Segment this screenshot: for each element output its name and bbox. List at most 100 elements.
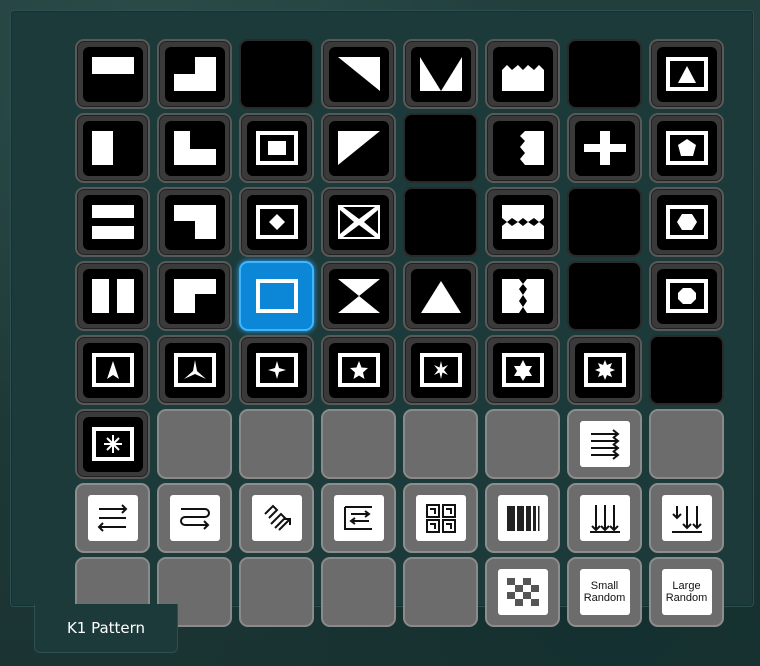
zigzag-top-icon bbox=[501, 57, 544, 91]
wipe-star-8-point-button[interactable] bbox=[567, 335, 642, 405]
reverse-arrows-icon bbox=[343, 506, 372, 530]
wipe-star-burst-button[interactable] bbox=[75, 409, 150, 479]
transition-reverse-arrows-button[interactable] bbox=[321, 483, 396, 553]
star-5-point-icon bbox=[337, 353, 380, 387]
cross-icon bbox=[583, 131, 626, 165]
blank-pattern-slot[interactable] bbox=[649, 335, 724, 405]
blank-pattern-slot[interactable] bbox=[403, 187, 478, 257]
wipe-diagonal-alt-button[interactable] bbox=[321, 113, 396, 183]
star-3-point-icon bbox=[173, 353, 216, 387]
wipe-triangle-button[interactable] bbox=[649, 39, 724, 109]
wipe-vertical-bar-button[interactable] bbox=[75, 113, 150, 183]
wipe-horizontal-split-button[interactable] bbox=[75, 187, 150, 257]
zigzag-vertical-icon bbox=[501, 279, 544, 313]
empty-slot[interactable] bbox=[403, 409, 478, 479]
wipe-box-outline-button-selected[interactable] bbox=[239, 261, 314, 331]
wipe-triangle-up-button[interactable] bbox=[403, 261, 478, 331]
wipe-corner-bottom-right-button[interactable] bbox=[157, 113, 232, 183]
empty-slot[interactable] bbox=[239, 557, 314, 627]
wipe-star-3-point-alt-button[interactable] bbox=[157, 335, 232, 405]
transition-arrows-both-button[interactable] bbox=[75, 483, 150, 553]
star-8-point-icon bbox=[583, 353, 626, 387]
wipe-star-3-point-button[interactable] bbox=[75, 335, 150, 405]
transition-checkerboard-button[interactable] bbox=[485, 557, 560, 627]
diagonal-arrows-icon bbox=[263, 504, 291, 531]
diamond-icon bbox=[255, 205, 298, 239]
pentagon-icon bbox=[665, 131, 708, 165]
vertical-split-icon bbox=[91, 279, 134, 313]
blank-pattern-slot[interactable] bbox=[567, 187, 642, 257]
transition-loop-arrows-button[interactable] bbox=[157, 483, 232, 553]
wipe-zigzag-vertical-button[interactable] bbox=[485, 261, 560, 331]
tab-k1-pattern[interactable]: K1 Pattern bbox=[34, 604, 178, 653]
tab-label: K1 Pattern bbox=[66, 619, 146, 637]
blank-pattern-slot[interactable] bbox=[239, 39, 314, 109]
empty-slot[interactable] bbox=[321, 557, 396, 627]
transition-diagonal-arrows-button[interactable] bbox=[239, 483, 314, 553]
transition-small-random-button[interactable]: Small Random bbox=[567, 557, 642, 627]
arrows-both-icon bbox=[97, 504, 127, 532]
pattern-grid: Small Random Large Random bbox=[75, 39, 724, 627]
wipe-horizontal-bar-button[interactable] bbox=[75, 39, 150, 109]
triangle-icon bbox=[665, 57, 708, 91]
empty-slot[interactable] bbox=[321, 409, 396, 479]
octagon-icon bbox=[665, 279, 708, 313]
wipe-corner-top-right-button[interactable] bbox=[157, 39, 232, 109]
wipe-star-6-point-button[interactable] bbox=[403, 335, 478, 405]
wipe-x-cross-button[interactable] bbox=[321, 187, 396, 257]
transition-large-random-button[interactable]: Large Random bbox=[649, 557, 724, 627]
wipe-diamond-button[interactable] bbox=[239, 187, 314, 257]
blank-pattern-slot[interactable] bbox=[567, 39, 642, 109]
corner-wipe-icon bbox=[173, 57, 216, 91]
star-4-point-icon bbox=[255, 353, 298, 387]
arrows-down-icon bbox=[589, 505, 620, 533]
star-6-point-icon bbox=[501, 353, 544, 387]
transition-arrows-right-button[interactable] bbox=[567, 409, 642, 479]
wipe-bowtie-button[interactable] bbox=[321, 261, 396, 331]
wipe-box-button[interactable] bbox=[239, 113, 314, 183]
wipe-star-5-point-button[interactable] bbox=[321, 335, 396, 405]
triangle-up-icon bbox=[419, 279, 462, 313]
empty-slot[interactable] bbox=[649, 409, 724, 479]
empty-slot[interactable] bbox=[157, 409, 232, 479]
wipe-vertical-split-button[interactable] bbox=[75, 261, 150, 331]
zigzag-horizontal-icon bbox=[501, 205, 544, 239]
zigzag-side-icon bbox=[501, 131, 544, 165]
wipe-zigzag-left-button[interactable] bbox=[485, 113, 560, 183]
diagonal-wipe-icon bbox=[337, 57, 380, 91]
star-6-point-icon bbox=[419, 353, 462, 387]
star-burst-icon bbox=[91, 427, 134, 461]
corner-wipe-icon bbox=[173, 205, 216, 239]
transition-blocks-button[interactable] bbox=[403, 483, 478, 553]
wipe-star-4-point-button[interactable] bbox=[239, 335, 314, 405]
arrows-right-icon bbox=[590, 429, 620, 460]
empty-slot[interactable] bbox=[485, 409, 560, 479]
wipe-octagon-button[interactable] bbox=[649, 261, 724, 331]
blank-pattern-slot[interactable] bbox=[567, 261, 642, 331]
empty-slot[interactable] bbox=[403, 557, 478, 627]
v-wipe-icon bbox=[419, 57, 462, 91]
empty-slot[interactable] bbox=[239, 409, 314, 479]
small-random-label: Small Random bbox=[583, 580, 626, 604]
transition-arrows-down-button[interactable] bbox=[567, 483, 642, 553]
wipe-pentagon-button[interactable] bbox=[649, 113, 724, 183]
wipe-corner-bottom-left-button[interactable] bbox=[157, 187, 232, 257]
box-icon bbox=[255, 131, 298, 165]
hexagon-icon bbox=[665, 205, 708, 239]
box-outline-icon bbox=[255, 279, 298, 313]
wipe-diagonal-button[interactable] bbox=[321, 39, 396, 109]
blank-pattern-slot[interactable] bbox=[403, 113, 478, 183]
wipe-zigzag-horizontal-button[interactable] bbox=[485, 187, 560, 257]
blocks-icon bbox=[425, 504, 456, 533]
wipe-v-down-button[interactable] bbox=[403, 39, 478, 109]
wipe-corner-top-left-button[interactable] bbox=[157, 261, 232, 331]
arrows-down-up-icon bbox=[671, 506, 702, 533]
wipe-cross-button[interactable] bbox=[567, 113, 642, 183]
transition-bars-button[interactable] bbox=[485, 483, 560, 553]
star-3-point-icon bbox=[91, 353, 134, 387]
diagonal-wipe-icon bbox=[337, 131, 380, 165]
wipe-star-6-point-alt-button[interactable] bbox=[485, 335, 560, 405]
transition-arrows-down-up-button[interactable] bbox=[649, 483, 724, 553]
wipe-hexagon-button[interactable] bbox=[649, 187, 724, 257]
wipe-zigzag-top-button[interactable] bbox=[485, 39, 560, 109]
